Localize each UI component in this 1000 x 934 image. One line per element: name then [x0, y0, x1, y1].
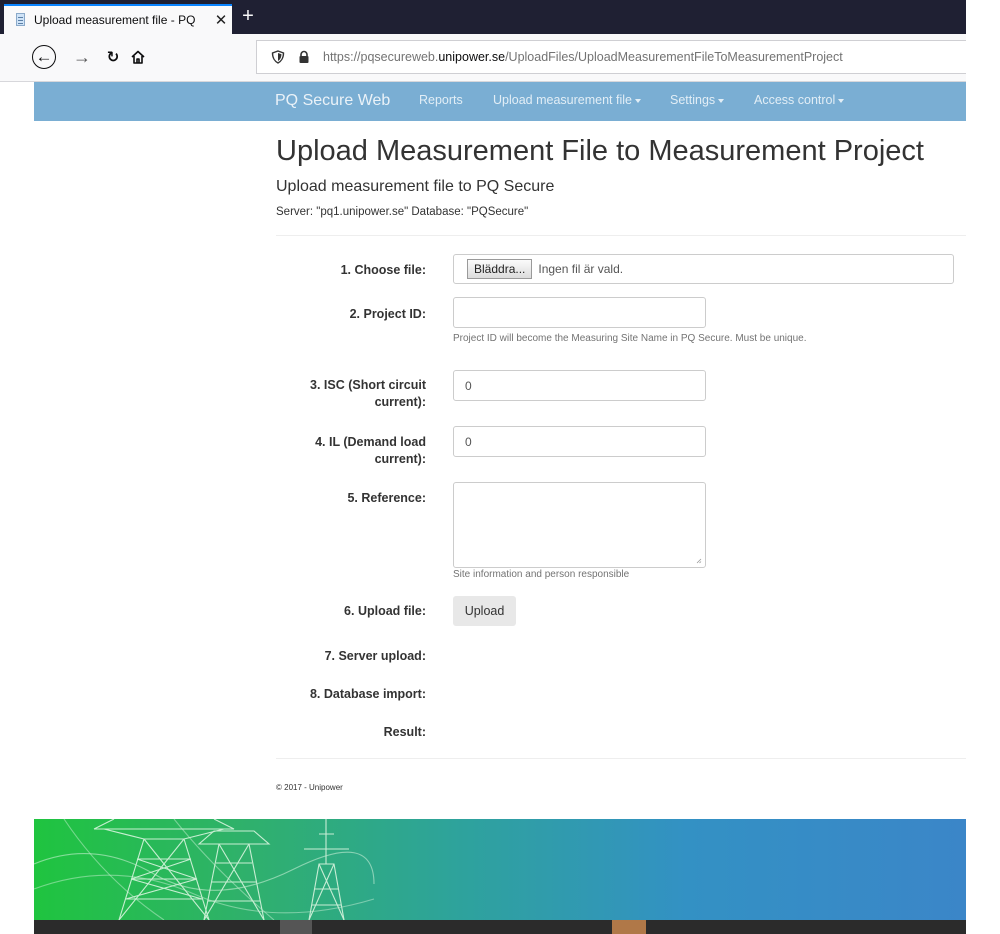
- database-import-label: 8. Database import:: [309, 687, 426, 701]
- site-navbar: PQ Secure Web Reports Upload measurement…: [34, 82, 966, 121]
- upload-file-label: 6. Upload file:: [344, 604, 426, 618]
- close-tab-icon[interactable]: ✕: [210, 11, 232, 29]
- nav-item-label: Reports: [419, 93, 463, 107]
- file-input[interactable]: Bläddra... Ingen fil är vald.: [453, 254, 954, 284]
- forward-arrow-icon[interactable]: →: [72, 44, 92, 70]
- project-id-input[interactable]: [453, 297, 706, 328]
- caret-down-icon: [634, 98, 641, 103]
- shield-icon[interactable]: [271, 50, 285, 64]
- il-label: 4. IL (Demand load current):: [315, 435, 426, 466]
- divider: [276, 758, 966, 759]
- nav-item-label: Settings: [670, 93, 716, 107]
- nav-item-label: Access control: [754, 93, 836, 107]
- file-status-text: Ingen fil är vald.: [538, 262, 624, 276]
- isc-label: 3. ISC (Short circuit current):: [310, 378, 426, 409]
- home-icon[interactable]: [128, 44, 148, 70]
- server-upload-label: 7. Server upload:: [324, 649, 426, 663]
- brand-link[interactable]: PQ Secure Web: [275, 92, 390, 110]
- tab-title: Upload measurement file - PQ: [34, 13, 196, 27]
- project-id-label: 2. Project ID:: [349, 307, 426, 321]
- nav-item-reports[interactable]: Reports: [419, 93, 463, 107]
- divider: [276, 235, 966, 236]
- reference-textarea[interactable]: [453, 482, 706, 568]
- address-bar[interactable]: https://pqsecureweb.unipower.se/UploadFi…: [256, 40, 966, 74]
- new-tab-button[interactable]: +: [238, 4, 258, 30]
- project-id-help: Project ID will become the Measuring Sit…: [453, 333, 807, 344]
- il-input[interactable]: 0: [453, 426, 706, 457]
- browse-button[interactable]: Bläddra...: [467, 259, 533, 279]
- browser-tab-strip: Upload measurement file - PQ ✕ +: [0, 0, 966, 34]
- bottom-strip: [34, 920, 966, 934]
- result-label: Result:: [383, 725, 426, 739]
- url-prefix: https://pqsecureweb.: [323, 50, 439, 64]
- nav-item-upload-measurement-file[interactable]: Upload measurement file: [493, 93, 641, 107]
- reload-icon[interactable]: ↻: [103, 44, 123, 70]
- bottom-block: [280, 920, 312, 934]
- back-arrow-icon[interactable]: ←: [32, 45, 56, 69]
- browser-tab-active[interactable]: Upload measurement file - PQ ✕: [4, 4, 232, 34]
- resize-grip-icon[interactable]: [696, 558, 702, 564]
- page-title: Upload Measurement File to Measurement P…: [276, 135, 924, 167]
- bottom-block: [612, 920, 646, 934]
- page-subtitle: Upload measurement file to PQ Secure: [276, 178, 555, 195]
- browser-toolbar: ← → ↻ https://pqsecureweb.unipower.se/Up…: [0, 34, 966, 82]
- reference-help: Site information and person responsible: [453, 569, 630, 580]
- favicon-page-icon: [14, 13, 28, 27]
- reference-label: 5. Reference:: [347, 491, 426, 505]
- nav-item-label: Upload measurement file: [493, 93, 632, 107]
- isc-input[interactable]: 0: [453, 370, 706, 401]
- nav-item-settings[interactable]: Settings: [670, 93, 725, 107]
- url-path: /UploadFiles/UploadMeasurementFileToMeas…: [505, 50, 843, 64]
- caret-down-icon: [838, 98, 845, 103]
- power-tower-illustration: [34, 819, 375, 920]
- footer-banner: [34, 819, 966, 920]
- caret-down-icon: [718, 98, 725, 103]
- choose-file-label: 1. Choose file:: [340, 263, 426, 277]
- lock-icon[interactable]: [297, 50, 311, 64]
- url-text: https://pqsecureweb.unipower.se/UploadFi…: [323, 50, 843, 64]
- upload-button[interactable]: Upload: [453, 596, 516, 626]
- server-info: Server: "pq1.unipower.se" Database: "PQS…: [276, 206, 529, 218]
- url-domain: unipower.se: [438, 50, 506, 64]
- nav-item-access-control[interactable]: Access control: [754, 93, 845, 107]
- footer-copyright: © 2017 - Unipower: [276, 783, 343, 792]
